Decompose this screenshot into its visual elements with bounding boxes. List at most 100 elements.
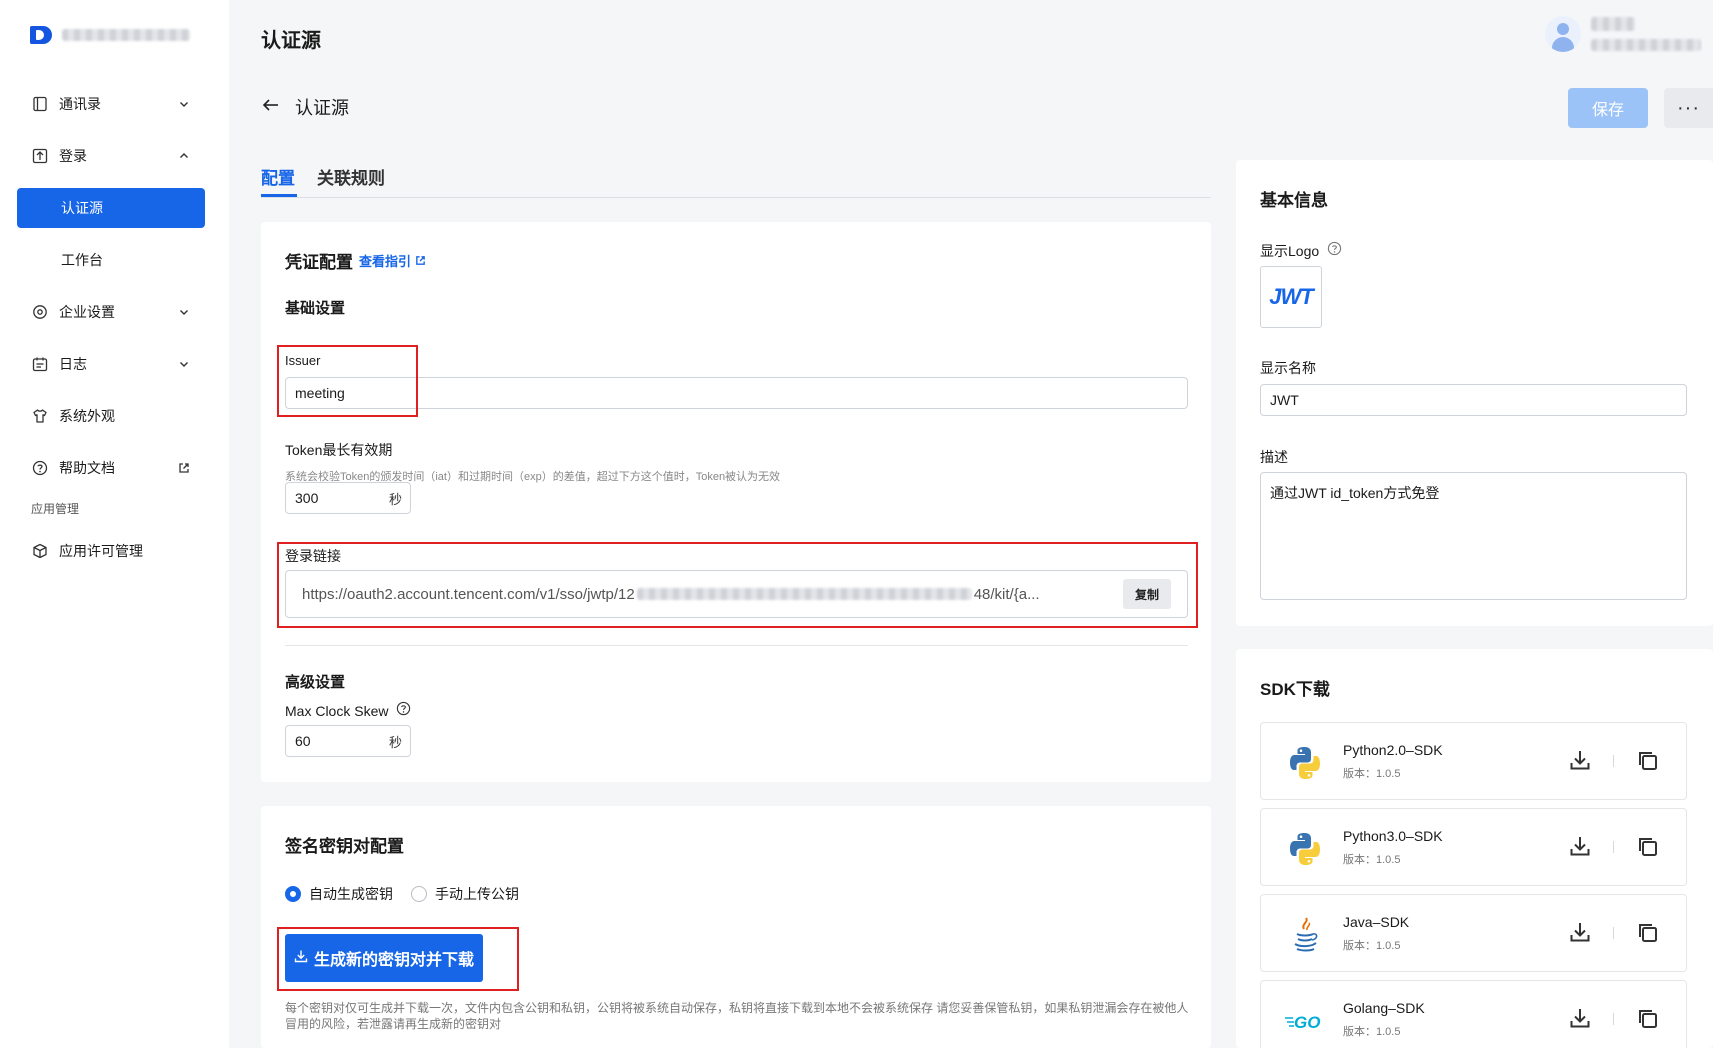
chevron-up-icon <box>177 149 191 163</box>
calendar-icon <box>31 355 49 373</box>
highlight-box-generate <box>277 927 519 991</box>
clock-skew-input[interactable]: 60 秒 <box>285 725 411 757</box>
issuer-input[interactable]: meeting <box>285 377 1188 409</box>
basic-settings-title: 基础设置 <box>285 300 346 317</box>
radio-checked-icon <box>285 886 301 902</box>
basic-info-title: 基本信息 <box>1260 191 1328 210</box>
sidebar: 通讯录 登录 认证源 工作台 企业设置 日志 系统外观 帮助文档 应用管理 应用… <box>0 0 229 1048</box>
sidebar-item-label: 登录 <box>59 148 87 164</box>
sidebar-item-app-license[interactable]: 应用许可管理 <box>17 531 205 571</box>
brand[interactable] <box>30 24 190 46</box>
svg-text:GO: GO <box>1294 1013 1320 1032</box>
python-icon <box>1285 743 1325 783</box>
sdk-name: Java–SDK <box>1343 914 1410 930</box>
clock-skew-unit: 秒 <box>388 734 402 750</box>
arrow-left-icon[interactable] <box>261 95 281 120</box>
display-name-input[interactable]: JWT <box>1260 384 1687 416</box>
highlight-box-issuer <box>277 345 418 417</box>
sidebar-item-label: 系统外观 <box>59 408 115 424</box>
keypair-note: 每个密钥对仅可生成并下载一次，文件内包含公钥和私钥，公钥将被系统自动保存，私钥将… <box>285 1001 1189 1031</box>
cube-icon <box>31 542 49 560</box>
sidebar-item-label: 应用许可管理 <box>59 543 143 559</box>
download-icon[interactable] <box>1568 920 1592 944</box>
avatar <box>1545 16 1581 52</box>
divider <box>1613 927 1614 939</box>
divider <box>285 645 1188 646</box>
clock-skew-value: 60 <box>295 733 311 749</box>
token-validity-value: 300 <box>295 490 319 506</box>
sidebar-item-appearance[interactable]: 系统外观 <box>17 396 205 436</box>
sidebar-item-label: 企业设置 <box>59 304 115 320</box>
token-unit: 秒 <box>388 491 402 507</box>
token-validity-input[interactable]: 300 秒 <box>285 482 411 514</box>
sdk-item: Python2.0–SDK 版本：1.0.5 <box>1260 722 1687 800</box>
tab-active-indicator <box>261 194 297 197</box>
help-circle-icon[interactable] <box>1327 241 1342 261</box>
external-link-icon <box>177 461 191 475</box>
description-label: 描述 <box>1260 449 1288 465</box>
settings-icon <box>31 303 49 321</box>
sidebar-item-help-docs[interactable]: 帮助文档 <box>17 448 205 488</box>
signing-keypair-title: 签名密钥对配置 <box>285 837 404 856</box>
tabs: 配置 关联规则 <box>261 160 1211 198</box>
help-circle-icon[interactable] <box>396 701 411 721</box>
sidebar-item-label: 帮助文档 <box>59 460 115 476</box>
description-textarea[interactable]: 通过JWT id_token方式免登 <box>1260 472 1687 600</box>
sdk-download-title: SDK下载 <box>1260 680 1330 699</box>
copy-icon[interactable] <box>1637 922 1659 944</box>
back-title: 认证源 <box>295 98 349 118</box>
user-info-blurred <box>1591 17 1701 51</box>
sdk-item: GO Golang–SDK 版本：1.0.5 <box>1260 980 1687 1048</box>
sdk-name: Python3.0–SDK <box>1343 828 1443 844</box>
divider <box>1613 1013 1614 1025</box>
sdk-item: Java–SDK 版本：1.0.5 <box>1260 894 1687 972</box>
download-icon[interactable] <box>1568 1006 1592 1030</box>
sdk-version: 版本：1.0.5 <box>1343 940 1401 952</box>
sidebar-item-enterprise-settings[interactable]: 企业设置 <box>17 292 205 332</box>
shirt-icon <box>31 407 49 425</box>
python-icon <box>1285 829 1325 869</box>
tab-config[interactable]: 配置 <box>261 164 295 189</box>
sidebar-item-login[interactable]: 登录 <box>17 136 205 176</box>
sidebar-item-auth-source[interactable]: 认证源 <box>17 188 205 228</box>
sdk-download-card: SDK下载 Python2.0–SDK 版本：1.0.5 Python3.0–S… <box>1236 649 1713 1048</box>
sidebar-section-app-management: 应用管理 <box>31 502 80 516</box>
book-icon <box>31 95 49 113</box>
guide-link[interactable]: 查看指引 <box>359 251 426 270</box>
more-button[interactable]: ··· <box>1664 88 1713 128</box>
download-icon[interactable] <box>1568 834 1592 858</box>
tab-association-rules[interactable]: 关联规则 <box>317 164 385 189</box>
brand-logo-icon <box>30 24 52 46</box>
guide-link-label: 查看指引 <box>359 254 412 269</box>
divider <box>1613 755 1614 767</box>
sdk-item: Python3.0–SDK 版本：1.0.5 <box>1260 808 1687 886</box>
display-name-label: 显示名称 <box>1260 360 1316 376</box>
copy-icon[interactable] <box>1637 750 1659 772</box>
golang-icon: GO <box>1285 1001 1325 1041</box>
display-name-value: JWT <box>1270 392 1299 408</box>
sidebar-item-label: 认证源 <box>61 200 103 216</box>
save-button[interactable]: 保存 <box>1568 88 1648 128</box>
user-menu[interactable] <box>1545 16 1701 52</box>
sidebar-item-contacts[interactable]: 通讯录 <box>17 84 205 124</box>
chevron-down-icon <box>177 357 191 371</box>
chevron-down-icon <box>177 97 191 111</box>
copy-icon[interactable] <box>1637 1008 1659 1030</box>
sidebar-item-logs[interactable]: 日志 <box>17 344 205 384</box>
sdk-name: Python2.0–SDK <box>1343 742 1443 758</box>
copy-icon[interactable] <box>1637 836 1659 858</box>
basic-info-card: 基本信息 显示Logo JWT 显示名称 JWT 描述 通过JWT id_tok… <box>1236 160 1713 626</box>
chevron-down-icon <box>177 305 191 319</box>
display-logo-upload[interactable]: JWT <box>1260 266 1322 328</box>
radio-auto-generate[interactable]: 自动生成密钥 <box>285 884 393 904</box>
sidebar-item-workbench[interactable]: 工作台 <box>17 240 205 280</box>
download-icon[interactable] <box>1568 748 1592 772</box>
jwt-logo: JWT <box>1269 284 1313 309</box>
highlight-box-login-link <box>277 542 1198 628</box>
radio-manual-upload[interactable]: 手动上传公钥 <box>411 884 519 904</box>
login-icon <box>31 147 49 165</box>
radio-manual-label: 手动上传公钥 <box>435 886 519 902</box>
external-link-icon <box>415 254 426 269</box>
radio-auto-label: 自动生成密钥 <box>309 886 393 902</box>
radio-unchecked-icon <box>411 886 427 902</box>
